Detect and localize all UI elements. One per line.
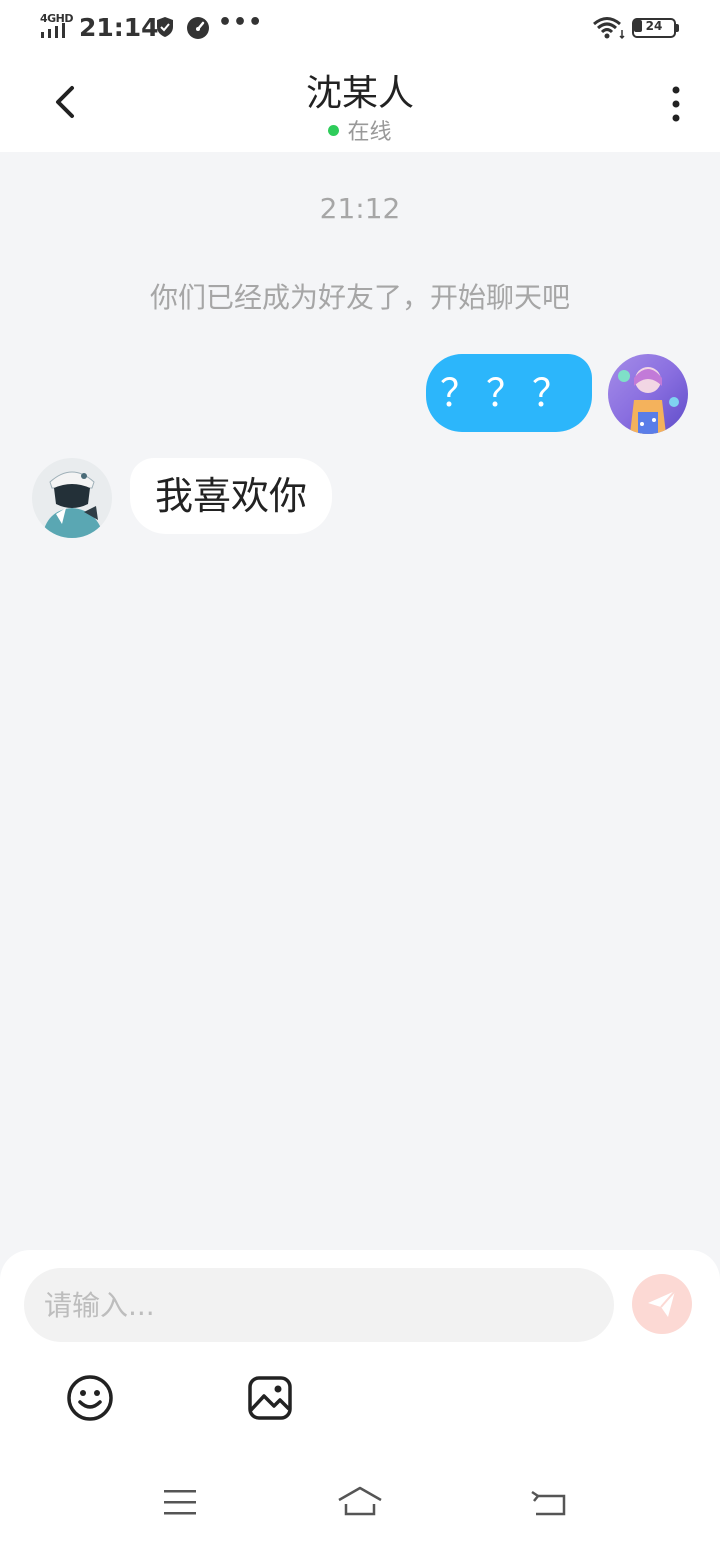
chat-header: 沈某人 在线 — [0, 56, 720, 152]
send-button[interactable] — [632, 1274, 692, 1334]
wifi-icon — [593, 17, 625, 40]
more-notifications-icon: ••• — [218, 10, 264, 35]
status-bar: 4GHD 21:14 ••• 24 — [0, 0, 720, 56]
more-vertical-icon[interactable] — [660, 82, 692, 126]
shield-icon — [157, 17, 173, 37]
battery-level: 24 — [645, 19, 663, 33]
network-type: 4GHD — [40, 12, 74, 25]
emoji-icon[interactable] — [66, 1374, 114, 1422]
chat-message-list[interactable]: 21:12 你们已经成为好友了，开始聊天吧 ？？？ 我喜欢你 — [0, 152, 720, 1252]
contact-name: 沈某人 — [305, 73, 414, 114]
speed-icon — [187, 17, 209, 39]
online-dot-icon — [328, 125, 340, 136]
message-input[interactable] — [24, 1268, 614, 1342]
send-icon — [648, 1290, 676, 1317]
home-icon[interactable] — [336, 1484, 384, 1518]
image-icon[interactable] — [246, 1374, 294, 1422]
menu-icon[interactable] — [162, 1486, 198, 1518]
contact-avatar[interactable] — [32, 458, 112, 538]
back-icon[interactable] — [530, 1486, 568, 1518]
outgoing-message-bubble[interactable]: ？？？ — [426, 354, 592, 432]
my-avatar[interactable] — [608, 354, 688, 434]
message-timestamp: 21:12 — [319, 192, 401, 225]
incoming-message-bubble[interactable]: 我喜欢你 — [130, 458, 332, 534]
online-status: 在线 — [0, 114, 720, 146]
status-time: 21:14 — [79, 13, 159, 42]
online-status-label: 在线 — [347, 120, 392, 145]
system-notice: 你们已经成为好友了，开始聊天吧 — [149, 281, 570, 314]
battery-icon: 24 — [632, 18, 680, 38]
